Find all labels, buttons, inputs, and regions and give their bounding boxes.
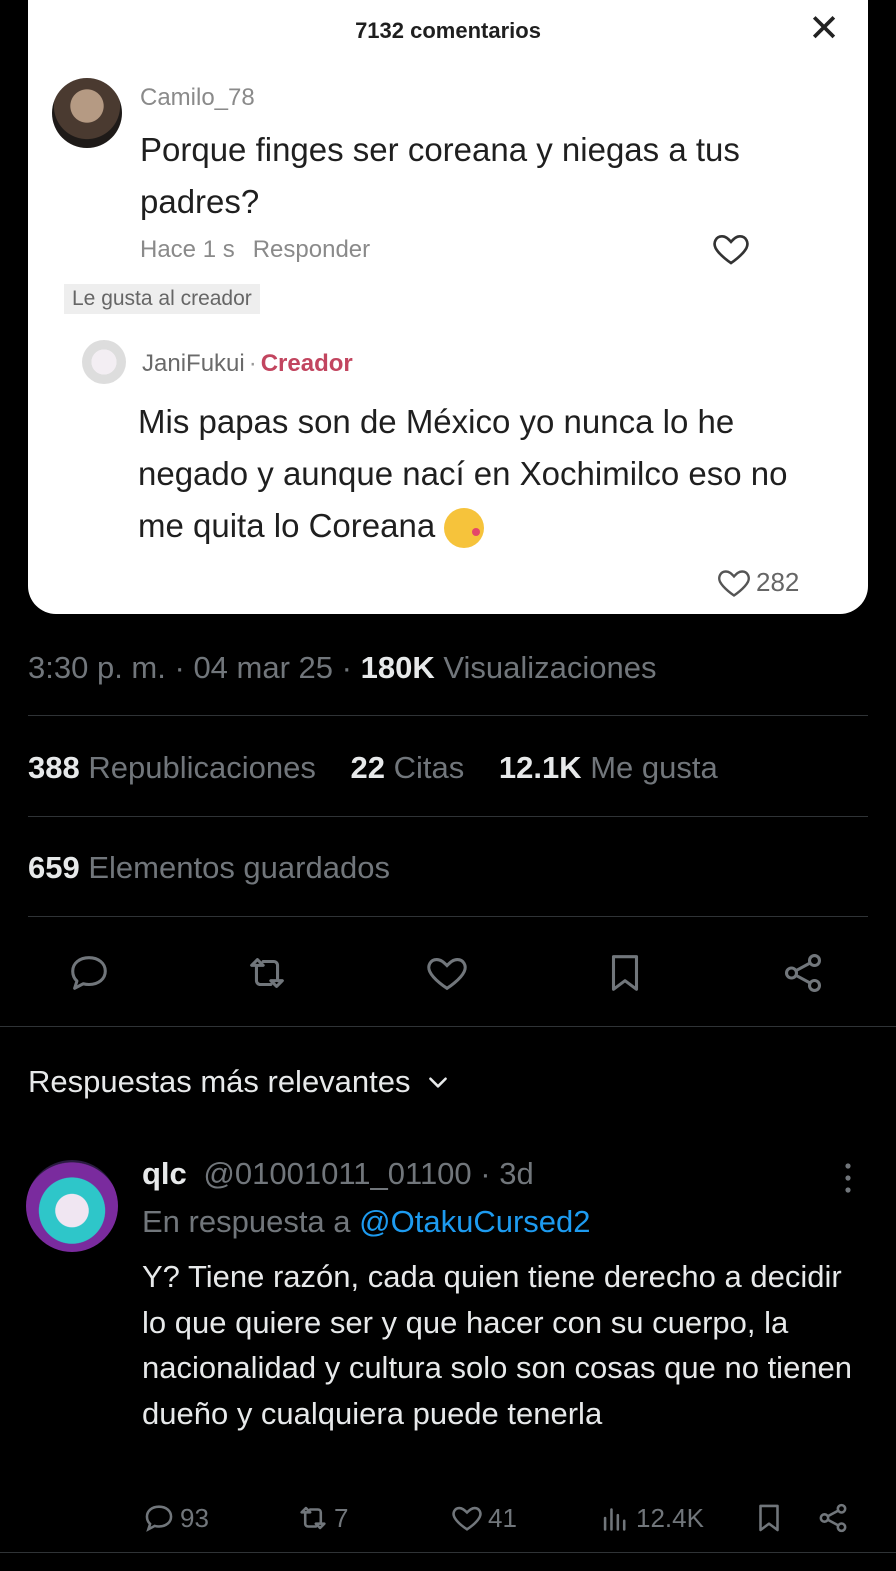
reply-icon xyxy=(71,956,107,990)
comment-text: Porque finges ser coreana y niegas a tus… xyxy=(140,131,740,220)
divider xyxy=(0,1026,896,1027)
reply-display-name[interactable]: qlc xyxy=(142,1156,187,1191)
share-icon xyxy=(784,954,822,992)
bookmark-icon xyxy=(759,1504,779,1532)
sort-replies-dropdown[interactable]: Respuestas más relevantes xyxy=(28,1064,451,1100)
heart-icon xyxy=(713,234,749,265)
close-icon: ✕ xyxy=(808,8,840,50)
reply-text: Y? Tiene razón, cada quien tiene derecho… xyxy=(142,1259,853,1431)
reply-bookmark-button[interactable] xyxy=(752,1498,786,1538)
tweet-time[interactable]: 3:30 p. m. xyxy=(28,650,166,685)
reply-reposts-count: 7 xyxy=(334,1502,349,1533)
divider xyxy=(28,916,868,917)
kiss-emoji-icon xyxy=(444,508,485,549)
repost-button[interactable] xyxy=(244,950,290,996)
sort-label: Respuestas más relevantes xyxy=(28,1064,411,1099)
reply-views-count: 12.4K xyxy=(636,1502,704,1533)
reply-icon xyxy=(145,1505,173,1532)
comments-count-header: 7132 comentarios xyxy=(355,18,541,43)
separator: · xyxy=(174,650,185,685)
quotes-stat[interactable]: 22 Citas xyxy=(350,750,464,785)
bookmark-button[interactable] xyxy=(602,950,648,996)
reply-views-button[interactable]: 12.4K xyxy=(598,1498,704,1538)
reply-age[interactable]: 3d xyxy=(499,1156,533,1191)
embedded-screenshot: 7132 comentarios ✕ Camilo_78 Porque fing… xyxy=(28,0,868,614)
reposts-label: Republicaciones xyxy=(88,750,316,785)
divider xyxy=(0,1552,896,1553)
share-button[interactable] xyxy=(780,950,826,996)
chevron-down-icon xyxy=(428,1077,447,1088)
divider xyxy=(28,715,868,716)
views-icon xyxy=(603,1508,626,1531)
creator-avatar xyxy=(82,340,126,384)
creator-username-line: JaniFukui · Creador xyxy=(142,350,353,378)
reply-reply-button[interactable]: 93 xyxy=(142,1498,209,1538)
repost-icon xyxy=(250,958,284,988)
heart-icon xyxy=(452,1506,482,1531)
bookmarks-stat[interactable]: 659 Elementos guardados xyxy=(28,850,390,885)
views-count: 180K xyxy=(360,650,435,685)
commenter-username: Camilo_78 xyxy=(140,84,255,111)
reply-like-button[interactable]: 41 xyxy=(450,1498,517,1538)
separator: · xyxy=(341,650,352,685)
reply-author-line: qlc @01001011_01100 · 3d xyxy=(142,1156,534,1192)
comment-time: Hace 1 s xyxy=(140,236,235,263)
heart-icon xyxy=(718,570,750,597)
reply-action-bar: 93 7 41 12.4K xyxy=(0,1498,896,1538)
likes-count: 12.1K xyxy=(498,750,582,785)
separator: · xyxy=(248,350,257,377)
creator-badge: Creador xyxy=(260,350,353,377)
bookmarks-stat-row: 659 Elementos guardados xyxy=(28,850,416,886)
bookmark-icon xyxy=(611,955,639,991)
bookmarks-count: 659 xyxy=(28,850,80,885)
comment-reply-label: Responder xyxy=(252,236,371,263)
commenter-avatar xyxy=(52,78,122,148)
reposts-count: 388 xyxy=(28,750,80,785)
reply-replies-count: 93 xyxy=(180,1502,209,1533)
repost-icon xyxy=(300,1506,326,1530)
reply-handle[interactable]: @01001011_01100 xyxy=(203,1156,471,1191)
in-reply-mention-link[interactable]: @OtakuCursed2 xyxy=(359,1204,590,1239)
creator-reply-like-count: 282 xyxy=(756,566,800,597)
reply-share-button[interactable] xyxy=(816,1498,850,1538)
reply-button[interactable] xyxy=(66,950,112,996)
engagement-stats: 388 Republicaciones 22 Citas 12.1K Me gu… xyxy=(28,750,744,786)
reply-likes-count: 41 xyxy=(488,1502,517,1533)
views-label: Visualizaciones xyxy=(443,650,657,685)
in-reply-prefix: En respuesta a xyxy=(142,1204,351,1239)
liked-by-creator-badge: Le gusta al creador xyxy=(64,284,260,314)
likes-stat[interactable]: 12.1K Me gusta xyxy=(499,750,718,785)
quotes-count: 22 xyxy=(350,750,385,785)
comment-meta: Hace 1 s Responder xyxy=(140,236,370,264)
more-icon[interactable] xyxy=(836,1158,860,1198)
creator-reply-likes: 282 xyxy=(716,564,799,600)
reposts-stat[interactable]: 388 Republicaciones xyxy=(28,750,316,785)
divider xyxy=(28,816,868,817)
share-icon xyxy=(819,1503,847,1533)
tweet-date[interactable]: 04 mar 25 xyxy=(193,650,333,685)
in-reply-to: En respuesta a @OtakuCursed2 xyxy=(142,1204,591,1240)
tweet-timestamp-line: 3:30 p. m. · 04 mar 25 · 180K Visualizac… xyxy=(28,650,656,686)
avatar[interactable] xyxy=(26,1160,118,1252)
likes-label: Me gusta xyxy=(590,750,718,785)
like-button[interactable] xyxy=(424,950,470,996)
creator-username: JaniFukui xyxy=(142,350,245,377)
heart-icon xyxy=(427,958,467,991)
tweet-action-bar xyxy=(0,950,896,996)
reply-repost-button[interactable]: 7 xyxy=(296,1498,348,1538)
creator-reply: Mis papas son de México yo nunca lo he n… xyxy=(138,396,838,552)
separator: · xyxy=(480,1156,491,1191)
quotes-label: Citas xyxy=(393,750,465,785)
bookmarks-label: Elementos guardados xyxy=(88,850,390,885)
